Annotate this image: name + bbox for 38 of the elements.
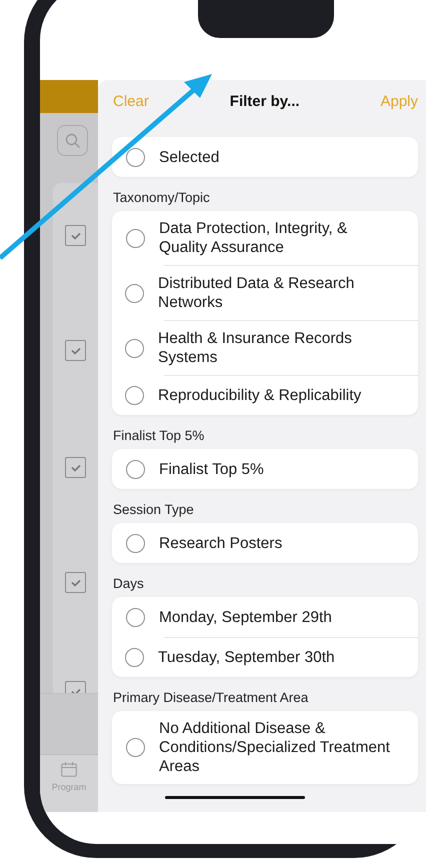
option-label[interactable]: Distributed Data & Research Networks bbox=[158, 274, 418, 312]
section-heading: Finalist Top 5% bbox=[113, 428, 206, 443]
radio-button[interactable] bbox=[126, 148, 145, 166]
option-label[interactable]: Finalist Top 5% bbox=[159, 460, 292, 478]
check-icon bbox=[70, 232, 80, 240]
section-heading: Session Type bbox=[113, 502, 195, 517]
section-heading: Primary Disease/Treatment Area bbox=[113, 690, 310, 705]
radio-button[interactable] bbox=[125, 284, 144, 302]
option-label[interactable]: No Additional Disease & Conditions/Specialized Treatment Areas bbox=[159, 719, 418, 776]
radio-button[interactable] bbox=[126, 534, 145, 552]
option-label[interactable]: Research Posters bbox=[159, 534, 310, 552]
radio-button[interactable] bbox=[126, 738, 145, 757]
checkbox[interactable] bbox=[65, 225, 86, 246]
radio-button[interactable] bbox=[126, 608, 145, 626]
check-icon bbox=[70, 578, 80, 586]
checkbox[interactable] bbox=[65, 457, 86, 478]
check-icon bbox=[70, 464, 80, 472]
checkbox[interactable] bbox=[65, 340, 86, 361]
header-bar bbox=[40, 80, 98, 113]
sheet-title: Filter by... bbox=[230, 93, 300, 110]
search-button[interactable] bbox=[57, 125, 88, 156]
radio-button[interactable] bbox=[125, 648, 144, 667]
section-heading: Days bbox=[113, 576, 145, 591]
radio-button[interactable] bbox=[126, 228, 145, 248]
checkbox[interactable] bbox=[65, 572, 86, 593]
option-label[interactable]: Tuesday, September 30th bbox=[158, 648, 363, 667]
radio-button[interactable] bbox=[125, 338, 144, 358]
radio-button[interactable] bbox=[126, 460, 145, 478]
radio-button[interactable] bbox=[125, 386, 144, 405]
option-label[interactable]: Data Protection, Integrity, & Quality Assurance bbox=[159, 219, 418, 257]
check-icon bbox=[70, 346, 80, 354]
option-label[interactable]: Reproducibility & Replicability bbox=[158, 386, 390, 405]
option-label[interactable]: Health & Insurance Records Systems bbox=[158, 329, 418, 367]
calendar-icon bbox=[61, 762, 77, 777]
option-label[interactable]: Monday, September 29th bbox=[159, 608, 360, 626]
search-icon bbox=[64, 132, 80, 148]
option-label[interactable]: Selected bbox=[159, 148, 248, 166]
section-heading: Taxonomy/Topic bbox=[113, 190, 211, 205]
